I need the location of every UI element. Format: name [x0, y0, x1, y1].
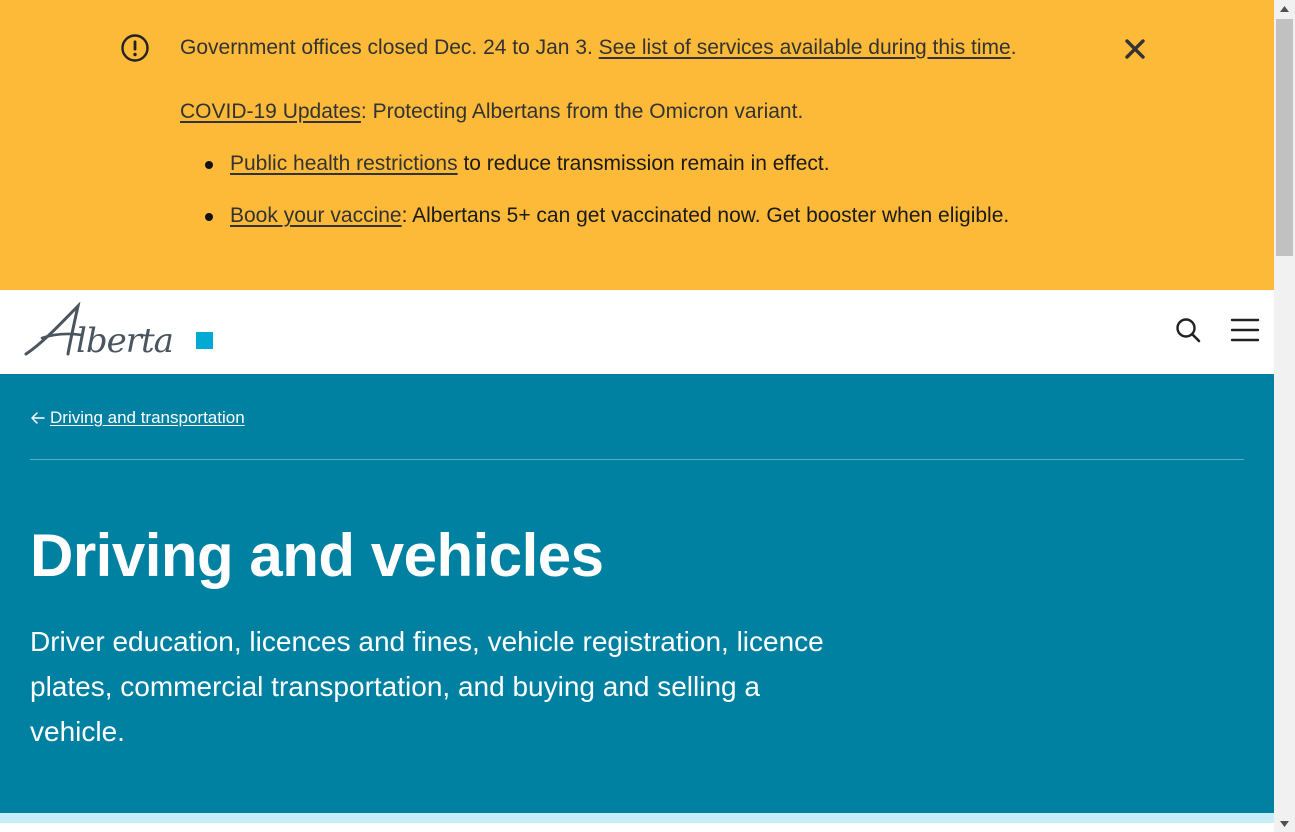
covid-updates-notice: COVID-19 Updates: Protecting Albertans f…: [180, 98, 803, 126]
divider: [30, 459, 1244, 460]
content-top-edge: [0, 813, 1274, 832]
covid-updates-text: : Protecting Albertans from the Omicron …: [360, 100, 804, 123]
office-closure-notice: Government offices closed Dec. 24 to Jan…: [180, 34, 1017, 62]
bullet-icon: [205, 161, 213, 169]
alert-banner: Government offices closed Dec. 24 to Jan…: [0, 0, 1274, 290]
site-header: lberta: [0, 290, 1274, 374]
list-item-text: : Albertans 5+ can get vaccinated now. G…: [401, 204, 1010, 227]
bullet-icon: [205, 213, 213, 221]
close-icon[interactable]: [1122, 36, 1148, 62]
hero-section: Driving and transportation Driving and v…: [0, 374, 1274, 813]
light-band: [0, 813, 1274, 823]
breadcrumb: Driving and transportation: [30, 406, 245, 430]
page-title: Driving and vehicles: [30, 522, 604, 589]
arrow-left-icon: [31, 412, 45, 424]
scrollbar-thumb[interactable]: [1276, 19, 1293, 256]
scroll-up-icon[interactable]: [1274, 0, 1295, 17]
office-closure-end: .: [1010, 36, 1017, 59]
exclamation-circle-icon: [121, 34, 149, 62]
search-icon[interactable]: [1174, 316, 1202, 344]
scroll-down-icon[interactable]: [1274, 815, 1295, 832]
office-closure-text: Government offices closed Dec. 24 to Jan…: [180, 36, 599, 59]
covid-list: Public health restrictions to reduce tra…: [180, 150, 1009, 254]
covid-updates-link[interactable]: COVID-19 Updates: [180, 100, 361, 123]
vertical-scrollbar[interactable]: [1274, 0, 1295, 832]
svg-text:lberta: lberta: [76, 321, 173, 360]
breadcrumb-link-driving-transportation[interactable]: Driving and transportation: [50, 406, 245, 430]
public-health-restrictions-link[interactable]: Public health restrictions: [230, 152, 458, 175]
book-vaccine-link[interactable]: Book your vaccine: [230, 204, 402, 227]
page-lead-text: Driver education, licences and fines, ve…: [30, 626, 824, 747]
hamburger-menu-icon[interactable]: [1230, 316, 1260, 344]
list-item: Public health restrictions to reduce tra…: [205, 150, 1009, 178]
services-list-link[interactable]: See list of services available during th…: [599, 36, 1011, 59]
list-item-text: to reduce transmission remain in effect.: [457, 152, 830, 175]
list-item: Book your vaccine: Albertans 5+ can get …: [205, 202, 1010, 230]
alberta-logo[interactable]: lberta: [24, 302, 216, 360]
